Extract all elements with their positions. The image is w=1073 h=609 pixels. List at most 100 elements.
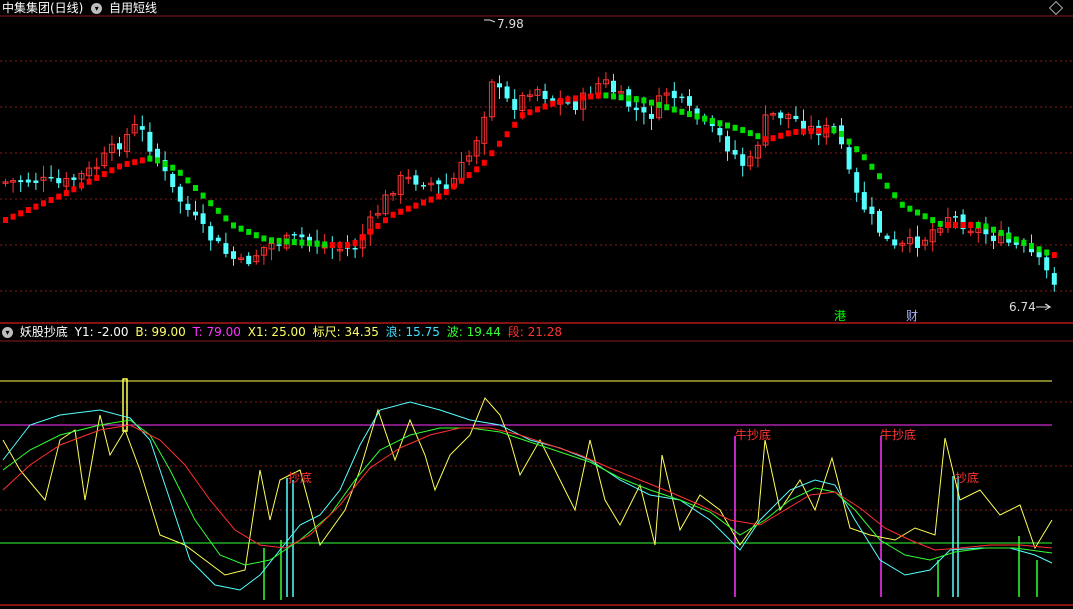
spike-bar [122,378,128,432]
candle-body-down [352,248,358,250]
candle-body-down [18,180,24,183]
ma-dot [162,161,168,168]
ma-dot [1051,252,1057,258]
strategy-label[interactable]: 自用短线 [109,1,157,15]
candle-body-down [687,96,692,106]
ma-dot [839,131,844,137]
max-pointer [484,19,496,23]
indicator-header: ▾ 妖股抄底 Y1: -2.00 B: 99.00 T: 79.00 X1: 2… [2,324,565,340]
stock-title[interactable]: 中集集团(日线) [2,1,83,15]
candle-body-down [778,112,784,119]
ma-dot [193,185,198,191]
indicator-signal-bars [122,378,1038,600]
event-marker-finance[interactable]: 财 [906,307,918,324]
candle-body-down [436,180,442,185]
ma-dot [991,226,996,233]
candle-body-down [231,251,236,259]
ma-dot [41,200,46,207]
ma-dot [702,115,708,122]
ma-dot [861,154,867,161]
candle-body-down [208,226,214,241]
candle-body-down [679,96,685,99]
param-x1: X1: 25.00 [247,325,306,339]
ma-dot [177,169,183,176]
ma-dot [352,240,358,247]
indicator-name[interactable]: 妖股抄底 [20,325,68,339]
ma-dot [1006,233,1012,240]
ma-dot [3,217,8,223]
ma-dot [261,235,267,242]
candle-body-down [991,235,996,242]
ma-dot [573,95,578,102]
candle-body-down [671,90,677,99]
event-marker-hk[interactable]: 港 [834,307,846,324]
candle-body-down [953,216,958,218]
candle-body-down [1051,273,1057,285]
candle-body-down [649,113,654,119]
ma-dot [345,242,350,248]
ma-dot [793,128,799,135]
candle-body-down [215,237,221,242]
chart-canvas[interactable] [0,0,1073,609]
ma-dot [246,228,252,235]
ma-dot [170,164,176,171]
ma-dot [755,133,761,140]
ma-dot [671,106,677,113]
ma-dot [185,177,191,184]
ma-dot [405,205,411,212]
ma-dot [269,237,274,244]
candle-body-down [185,203,191,210]
ma-dot [1029,243,1034,249]
ma-dot [808,128,814,135]
candle-body-down [633,107,639,111]
ma-dot [884,182,890,189]
candle-body-down [732,149,738,155]
strategy-dropdown-icon[interactable]: ▾ [91,3,103,14]
ma-dot [504,131,510,138]
signal-label-bull-2: 牛抄底 [880,428,917,442]
ma-dot [436,193,442,200]
ma-dot [907,205,913,212]
signal-label-bottom-1: 抄底 [288,471,313,485]
ma-dot [314,240,320,247]
ma-dot [117,163,122,170]
ma-dot [489,150,495,157]
ma-dot [497,140,502,147]
candle-body-down [512,99,518,110]
ma-dot [200,192,206,199]
ma-dot [18,210,24,217]
candle-body-down [71,177,77,180]
signal-label-bottom-2: 抄底 [955,471,980,485]
candle-body-down [56,178,62,184]
ma-dot [717,120,723,127]
ma-dot [360,234,366,241]
candle-body-down [846,147,852,170]
candle-body-down [200,213,206,224]
param-y1: Y1: -2.00 [74,325,129,339]
ma-dot [709,117,715,124]
param-wave: 浪: 15.75 [385,325,440,339]
ma-dot [322,241,328,248]
ma-dot [231,222,236,229]
ma-dot [633,96,639,103]
ma-dot [527,109,533,116]
ma-dot [975,222,981,228]
ma-dot [922,213,928,220]
candle-body-down [611,80,616,93]
ma-dot [139,157,145,164]
candle-body-down [869,206,875,214]
ma-dot [33,203,39,210]
ma-dot [451,183,457,190]
ma-dot [512,121,518,128]
candle-body-down [542,90,548,100]
candle-body-down [246,255,252,265]
ma-dot [846,138,852,145]
ma-dot [656,101,662,108]
indicator-dropdown-icon[interactable]: ▾ [2,327,13,338]
ma-dot [86,178,92,185]
ma-dot [474,166,480,173]
ma-dot [459,177,464,184]
ma-dot [550,100,556,107]
ma-dot [215,207,221,214]
candle-body-down [725,136,730,152]
